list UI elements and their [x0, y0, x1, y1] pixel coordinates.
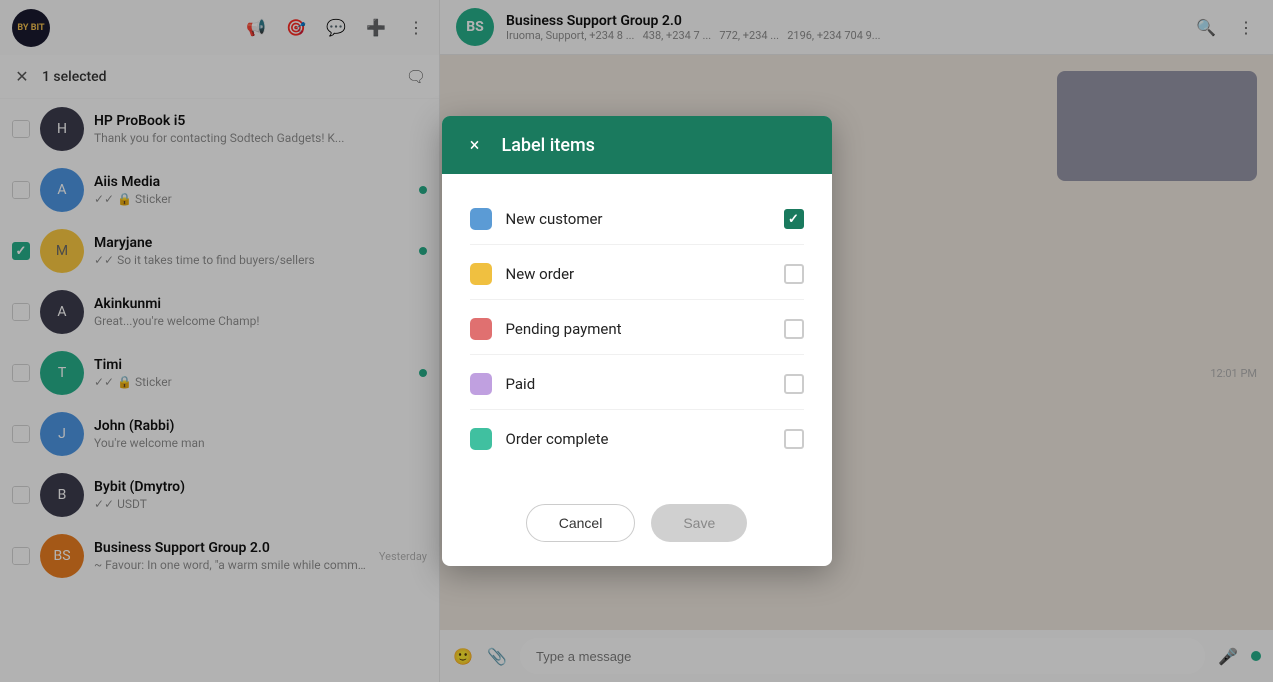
modal-title: Label items	[502, 135, 595, 156]
label-checkbox-order-complete[interactable]	[784, 429, 804, 449]
checkmark-icon: ✓	[788, 212, 799, 227]
label-color-new-order	[470, 263, 492, 285]
modal-header: × Label items	[442, 116, 832, 174]
label-name-new-order: New order	[506, 265, 770, 283]
label-name-paid: Paid	[506, 375, 770, 393]
label-name-order-complete: Order complete	[506, 430, 770, 448]
label-row-order-complete[interactable]: Order complete	[470, 414, 804, 464]
label-name-new-customer: New customer	[506, 210, 770, 228]
label-color-paid	[470, 373, 492, 395]
label-checkbox-pending-payment[interactable]	[784, 319, 804, 339]
label-row-new-order[interactable]: New order	[470, 249, 804, 300]
label-color-pending-payment	[470, 318, 492, 340]
label-checkbox-new-customer[interactable]: ✓	[784, 209, 804, 229]
modal-close-button[interactable]: ×	[462, 132, 488, 158]
label-color-new-customer	[470, 208, 492, 230]
label-name-pending-payment: Pending payment	[506, 320, 770, 338]
modal-body: New customer ✓ New order Pending payment	[442, 174, 832, 484]
modal-footer: Cancel Save	[442, 484, 832, 566]
modal-overlay[interactable]: × Label items New customer ✓ New order	[0, 0, 1273, 682]
cancel-button[interactable]: Cancel	[526, 504, 636, 542]
label-checkbox-paid[interactable]	[784, 374, 804, 394]
label-items-modal: × Label items New customer ✓ New order	[442, 116, 832, 566]
label-row-paid[interactable]: Paid	[470, 359, 804, 410]
save-button[interactable]: Save	[651, 504, 747, 542]
label-row-new-customer[interactable]: New customer ✓	[470, 194, 804, 245]
label-row-pending-payment[interactable]: Pending payment	[470, 304, 804, 355]
label-color-order-complete	[470, 428, 492, 450]
label-checkbox-new-order[interactable]	[784, 264, 804, 284]
